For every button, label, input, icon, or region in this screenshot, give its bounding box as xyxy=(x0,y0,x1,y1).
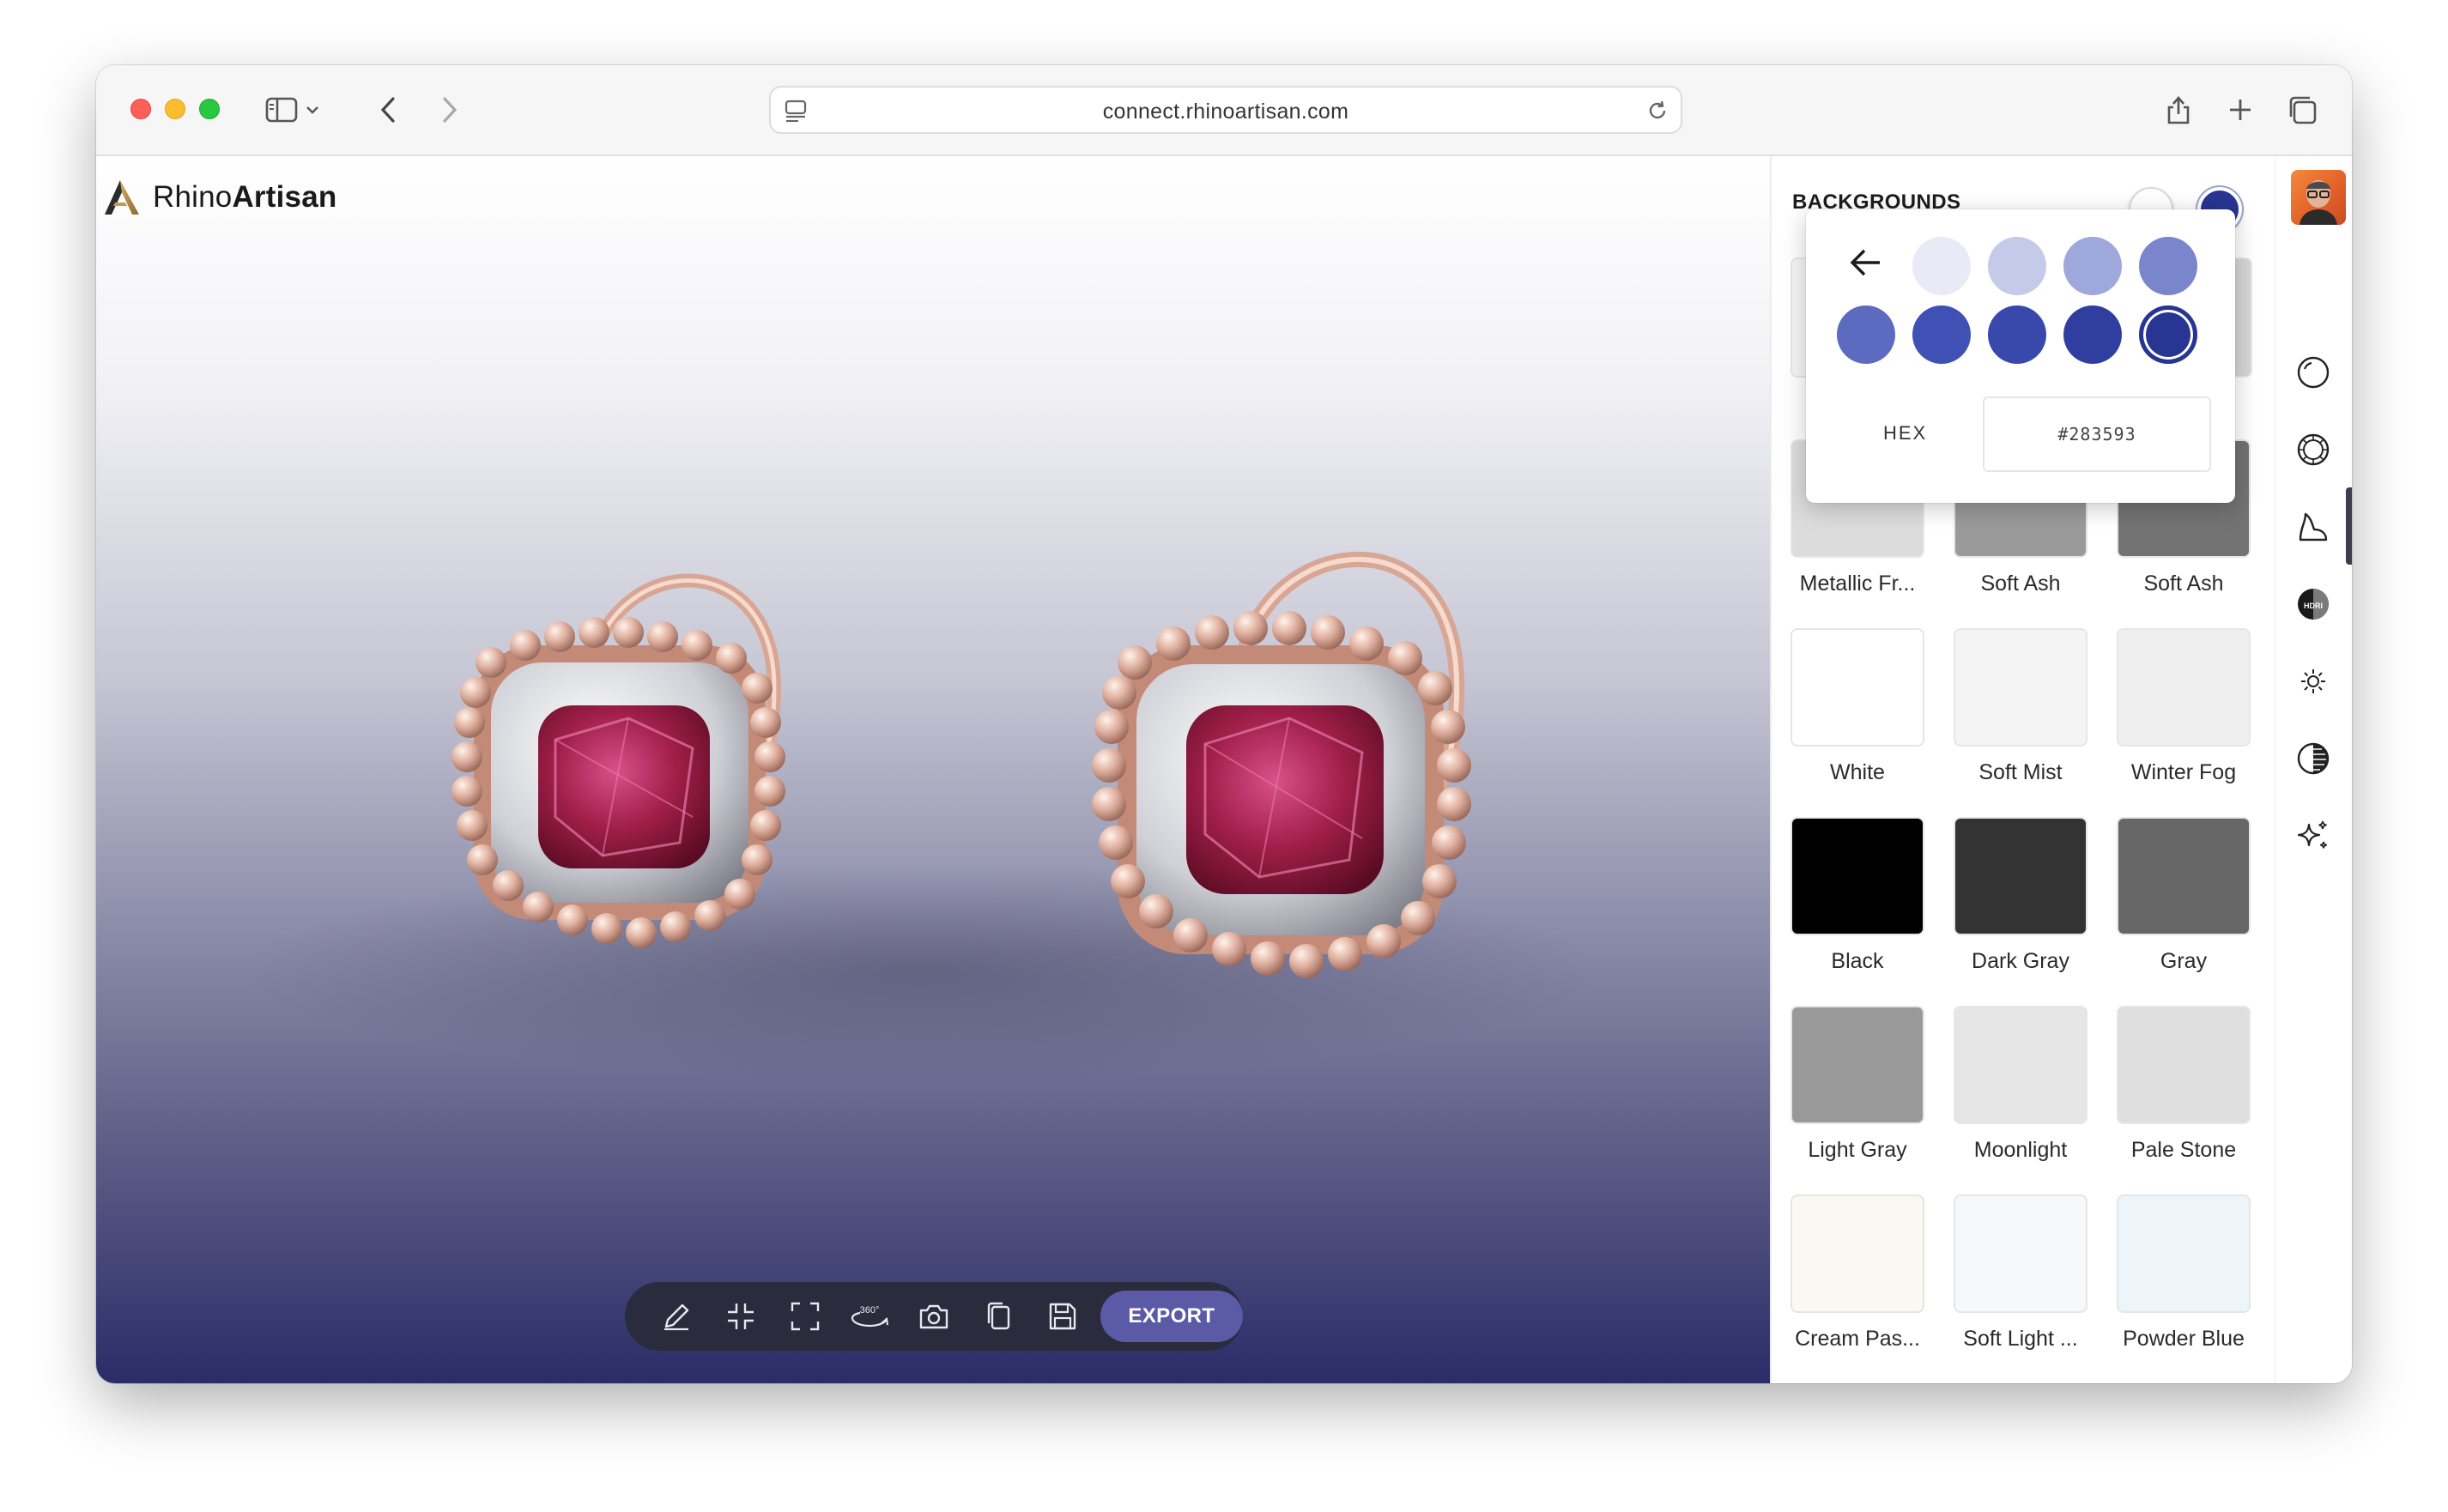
background-tile[interactable] xyxy=(1791,628,1924,747)
background-tile[interactable] xyxy=(2117,1006,2251,1124)
earring-right xyxy=(1092,551,1471,978)
earring-left xyxy=(451,573,785,948)
background-tile[interactable] xyxy=(2117,628,2251,747)
camera-icon[interactable] xyxy=(902,1282,966,1351)
hex-label: HEX xyxy=(1883,422,1928,444)
background-tile-label: Pale Stone xyxy=(2130,1138,2237,1162)
color-option-8[interactable] xyxy=(2063,305,2122,364)
rotate-360-label: 360° xyxy=(860,1305,880,1315)
background-tile-label: Soft Mist xyxy=(1978,760,2063,784)
pencil-icon[interactable] xyxy=(644,1282,708,1351)
sidebar-toggle-icon[interactable] xyxy=(263,91,300,129)
color-option-4[interactable] xyxy=(2139,237,2197,295)
background-tile-label: Winter Fog xyxy=(2130,760,2237,784)
background-tile[interactable] xyxy=(1954,1194,2087,1313)
background-tile-label: Light Gray xyxy=(1808,1138,1907,1162)
light-icon[interactable] xyxy=(2291,659,2336,704)
logo-mark-icon xyxy=(105,180,139,215)
background-tile-label: Soft Light ... xyxy=(1963,1327,2078,1351)
background-tile-label: Powder Blue xyxy=(2123,1327,2245,1351)
tools-sidebar: HDRI xyxy=(2275,156,2352,1383)
zoom-window-button[interactable] xyxy=(199,99,220,119)
background-tile[interactable] xyxy=(1791,817,1924,935)
fullscreen-icon[interactable] xyxy=(773,1282,837,1351)
viewport-toolbar: 360° EXPORT xyxy=(625,1282,1243,1351)
background-tile-label: Soft Ash xyxy=(2143,572,2224,596)
address-bar[interactable]: connect.rhinoartisan.com xyxy=(769,86,1682,134)
background-tile[interactable] xyxy=(2117,1194,2251,1313)
color-option-9[interactable] xyxy=(2139,305,2197,364)
chevron-down-icon[interactable] xyxy=(302,91,323,129)
background-tile-label: Soft Ash xyxy=(1980,572,2061,596)
logo-text-rhino: Rhino xyxy=(153,180,233,214)
background-tile[interactable] xyxy=(1791,1006,1924,1124)
sparkle-icon[interactable] xyxy=(2291,813,2336,858)
browser-titlebar: connect.rhinoartisan.com xyxy=(96,65,2352,156)
material-icon[interactable] xyxy=(2291,350,2336,395)
background-tile[interactable] xyxy=(1791,1194,1924,1313)
compress-icon[interactable] xyxy=(708,1282,773,1351)
tab-overview-icon[interactable] xyxy=(2283,91,2321,129)
share-icon[interactable] xyxy=(2160,91,2197,129)
background-tile-label: Dark Gray xyxy=(1972,949,2069,973)
back-arrow-icon[interactable] xyxy=(369,91,407,129)
hdri-icon[interactable]: HDRI xyxy=(2291,582,2336,626)
background-tile[interactable] xyxy=(1954,628,2087,747)
active-indicator xyxy=(2346,487,2352,565)
hex-input[interactable]: #283593 xyxy=(1983,396,2211,472)
color-option-3[interactable] xyxy=(2063,237,2122,295)
background-tile-label: Cream Pas... xyxy=(1795,1327,1920,1351)
contrast-icon[interactable] xyxy=(2291,736,2336,781)
background-tile-label: Black xyxy=(1831,949,1884,973)
back-arrow-icon[interactable] xyxy=(1847,245,1885,284)
gem-icon[interactable] xyxy=(2291,427,2336,472)
color-option-1[interactable] xyxy=(1912,237,1971,295)
3d-viewport[interactable]: RhinoArtisan 360° EXPORT xyxy=(96,156,1770,1383)
minimize-window-button[interactable] xyxy=(165,99,185,119)
browser-window: connect.rhinoartisan.com RhinoArtisan 36… xyxy=(96,65,2352,1383)
url-text: connect.rhinoartisan.com xyxy=(1102,100,1349,124)
hdri-text: HDRI xyxy=(2304,602,2323,610)
export-button[interactable]: EXPORT xyxy=(1100,1291,1243,1342)
close-window-button[interactable] xyxy=(130,99,151,119)
background-tile[interactable] xyxy=(2117,817,2251,935)
background-tile-label: Moonlight xyxy=(1973,1138,2068,1162)
rotate-360-icon[interactable]: 360° xyxy=(837,1282,901,1351)
background-tile-label: White xyxy=(1830,760,1885,784)
color-option-7[interactable] xyxy=(1988,305,2046,364)
reload-icon[interactable] xyxy=(1645,98,1670,128)
color-picker-popup: HEX #283593 xyxy=(1806,209,2235,503)
background-icon[interactable] xyxy=(2291,505,2336,549)
rhinoartisan-logo: RhinoArtisan xyxy=(101,178,336,216)
copy-icon[interactable] xyxy=(966,1282,1031,1351)
color-option-5[interactable] xyxy=(1837,305,1895,364)
background-tile-label: Metallic Fr... xyxy=(1799,572,1916,596)
background-tile[interactable] xyxy=(1954,817,2087,935)
user-avatar[interactable] xyxy=(2291,170,2346,225)
color-option-2[interactable] xyxy=(1988,237,2046,295)
background-tile-label: Gray xyxy=(2160,949,2208,973)
background-tile[interactable] xyxy=(1954,1006,2087,1124)
logo-text-artisan: Artisan xyxy=(232,180,337,214)
color-option-6[interactable] xyxy=(1912,305,1971,364)
forward-arrow-icon[interactable] xyxy=(431,91,469,129)
save-icon[interactable] xyxy=(1031,1282,1095,1351)
new-tab-icon[interactable] xyxy=(2221,91,2259,129)
